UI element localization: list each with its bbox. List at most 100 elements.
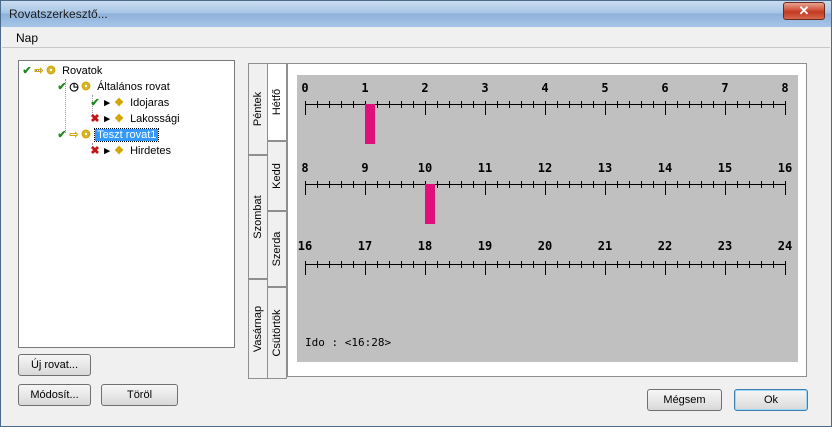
tab-vasarnap[interactable]: Vasárnap bbox=[248, 279, 268, 379]
timeline-hour-label: 16 bbox=[297, 239, 313, 253]
clock-icon: ◷ bbox=[69, 81, 79, 93]
timeline-major-tick bbox=[665, 101, 666, 115]
timeline-minor-tick bbox=[773, 101, 774, 108]
timeline-minor-tick bbox=[773, 261, 774, 268]
timeline-minor-tick bbox=[521, 101, 522, 108]
timeline-minor-tick bbox=[641, 181, 642, 188]
timeline-minor-tick bbox=[449, 181, 450, 188]
timeline-minor-tick bbox=[497, 261, 498, 268]
timeline-canvas[interactable]: Ido : <16:28> 0 1 2 3 4 5 6 7 8 8 9 10 11 12 13 14 15 16 1… bbox=[297, 75, 798, 362]
timeline-minor-tick bbox=[317, 261, 318, 268]
timeline-minor-tick bbox=[413, 181, 414, 188]
menu-bar: Nap bbox=[2, 28, 830, 48]
tab-szombat[interactable]: Szombat bbox=[248, 155, 268, 279]
timeline-minor-tick bbox=[341, 261, 342, 268]
timeline-hour-label: 22 bbox=[657, 239, 673, 253]
timeline-major-tick bbox=[545, 261, 546, 275]
timeline-hour-label: 18 bbox=[417, 239, 433, 253]
tab-label: Szombat bbox=[252, 195, 264, 239]
timeline-minor-tick bbox=[689, 261, 690, 268]
timeline-major-tick bbox=[785, 181, 786, 195]
timeline-minor-tick bbox=[773, 181, 774, 188]
timeline-hour-label: 10 bbox=[417, 161, 433, 175]
tree-node-idojaras[interactable]: ✔ ▸ ❖ Idojaras bbox=[89, 95, 171, 111]
timeline-minor-tick bbox=[689, 101, 690, 108]
title-bar[interactable]: Rovatszerkesztő... ✕ bbox=[1, 1, 831, 27]
timeline-hour-label: 4 bbox=[541, 81, 549, 95]
timeline-hour-label: 17 bbox=[357, 239, 373, 253]
tree-node-rovatok[interactable]: ✔ ⇨ ❂ Rovatok bbox=[21, 63, 104, 79]
timeline-major-tick bbox=[605, 261, 606, 275]
timeline-major-tick bbox=[485, 101, 486, 115]
tree-node-altalanos[interactable]: ✔ ◷ ❂ Általános rovat bbox=[56, 79, 172, 95]
timeline-hour-label: 12 bbox=[537, 161, 553, 175]
timeline-mark[interactable] bbox=[425, 184, 435, 224]
timeline-minor-tick bbox=[437, 261, 438, 268]
timeline-minor-tick bbox=[461, 101, 462, 108]
timeline-minor-tick bbox=[761, 261, 762, 268]
tree-node-lakossagi[interactable]: ✖ ▸ ❖ Lakossági bbox=[89, 111, 182, 127]
timeline-minor-tick bbox=[533, 261, 534, 268]
timeline-minor-tick bbox=[581, 181, 582, 188]
timeline-minor-tick bbox=[353, 261, 354, 268]
tree-node-teszt-rovat1[interactable]: ✔ ⇨ ❂ Teszt rovat1 bbox=[56, 127, 160, 143]
tab-csutortok[interactable]: Csütörtök bbox=[267, 287, 287, 379]
tab-pentek[interactable]: Péntek bbox=[248, 63, 268, 155]
check-icon: ✔ bbox=[57, 81, 67, 93]
timeline-minor-tick bbox=[677, 101, 678, 108]
tab-label: Csütörtök bbox=[271, 309, 283, 357]
timeline-major-tick bbox=[725, 261, 726, 275]
timeline-major-tick bbox=[785, 261, 786, 275]
timeline-minor-tick bbox=[329, 101, 330, 108]
timeline-minor-tick bbox=[341, 181, 342, 188]
close-button[interactable]: ✕ bbox=[783, 2, 825, 20]
timeline-minor-tick bbox=[533, 101, 534, 108]
tab-szerda[interactable]: Szerda bbox=[267, 211, 287, 287]
timeline-minor-tick bbox=[689, 181, 690, 188]
delete-button[interactable]: Töröl bbox=[101, 384, 178, 406]
timeline-minor-tick bbox=[329, 261, 330, 268]
timeline-minor-tick bbox=[461, 261, 462, 268]
timeline-minor-tick bbox=[677, 261, 678, 268]
timeline-major-tick bbox=[425, 261, 426, 275]
timeline-minor-tick bbox=[353, 181, 354, 188]
timeline-minor-tick bbox=[761, 181, 762, 188]
timeline-minor-tick bbox=[377, 261, 378, 268]
timeline-minor-tick bbox=[713, 181, 714, 188]
rovat-tree[interactable]: ✔ ⇨ ❂ Rovatok ✔ ◷ ❂ Általános rovat ✔ ▸ ❖ Idoj… bbox=[18, 60, 235, 348]
tree-node-hirdetes[interactable]: ✖ ▸ ❖ Hirdetes bbox=[89, 143, 173, 159]
timeline-minor-tick bbox=[749, 101, 750, 108]
timeline-minor-tick bbox=[401, 181, 402, 188]
tree-node-label: Rovatok bbox=[62, 65, 103, 77]
timeline-major-tick bbox=[605, 181, 606, 195]
tree-node-label: Általános rovat bbox=[97, 81, 170, 93]
timeline-minor-tick bbox=[497, 181, 498, 188]
cancel-button[interactable]: Mégsem bbox=[647, 389, 722, 411]
timeline-minor-tick bbox=[701, 181, 702, 188]
tab-label: Kedd bbox=[271, 163, 283, 189]
timeline-minor-tick bbox=[653, 181, 654, 188]
tab-kedd[interactable]: Kedd bbox=[267, 141, 287, 211]
timeline-hour-label: 3 bbox=[481, 81, 489, 95]
ok-button[interactable]: Ok bbox=[734, 389, 808, 411]
timeline-hour-label: 1 bbox=[361, 81, 369, 95]
timeline-major-tick bbox=[545, 101, 546, 115]
timeline-minor-tick bbox=[677, 181, 678, 188]
timeline-minor-tick bbox=[401, 261, 402, 268]
tab-hetfo[interactable]: Hétfő bbox=[267, 63, 287, 141]
modify-button[interactable]: Módosít... bbox=[18, 384, 91, 406]
timeline-minor-tick bbox=[353, 101, 354, 108]
new-rovat-button[interactable]: Új rovat... bbox=[18, 354, 91, 376]
menu-nap[interactable]: Nap bbox=[16, 31, 38, 45]
tree-node-label: Hirdetes bbox=[130, 145, 172, 157]
timeline-hour-label: 14 bbox=[657, 161, 673, 175]
timeline-mark[interactable] bbox=[365, 104, 375, 144]
timeline-hour-label: 23 bbox=[717, 239, 733, 253]
timeline-minor-tick bbox=[641, 101, 642, 108]
timeline-minor-tick bbox=[521, 261, 522, 268]
timeline-hour-label: 8 bbox=[781, 81, 789, 95]
timeline-minor-tick bbox=[473, 181, 474, 188]
timeline-minor-tick bbox=[509, 101, 510, 108]
timeline-hour-label: 7 bbox=[721, 81, 729, 95]
timeline-minor-tick bbox=[557, 261, 558, 268]
